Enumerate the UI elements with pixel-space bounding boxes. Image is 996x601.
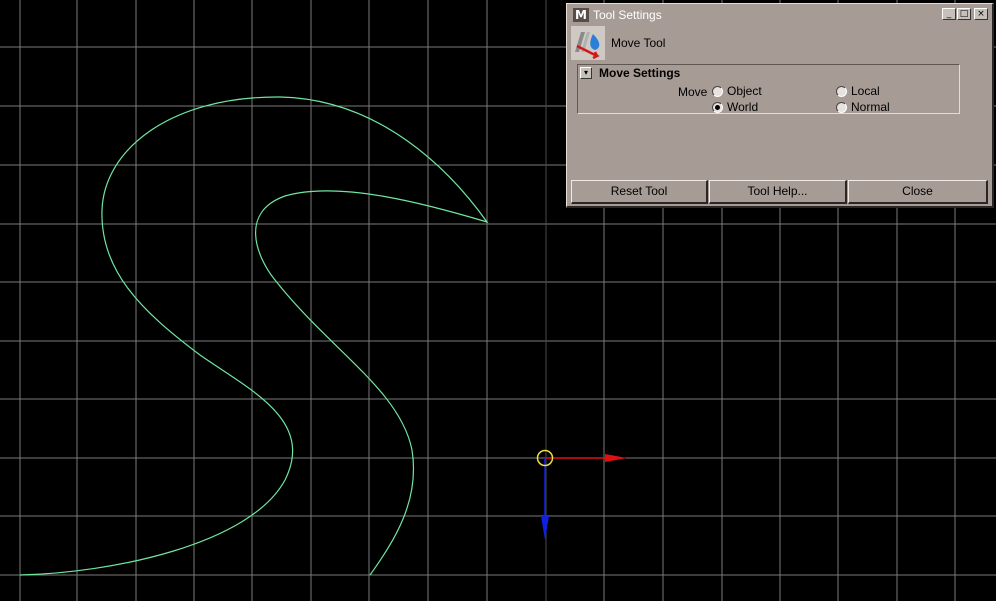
maximize-button[interactable]: □ — [957, 8, 971, 20]
radio-local[interactable]: Local — [836, 84, 880, 98]
collapse-toggle[interactable]: ▾ — [580, 67, 592, 79]
title-bar[interactable]: M Tool Settings _ □ × — [569, 6, 990, 24]
move-settings-frame: ▾ Move Settings Move Object Local World … — [577, 64, 960, 114]
radio-selected-dot — [715, 104, 720, 110]
move-tool-icon — [571, 26, 605, 60]
nurbs-curve[interactable] — [19, 96, 489, 576]
tool-settings-window: M Tool Settings _ □ × Move Tool ▾ Move S… — [566, 3, 994, 208]
reset-tool-button[interactable]: Reset Tool — [571, 180, 708, 204]
maya-logo-icon: M — [573, 8, 589, 22]
move-label: Move — [678, 85, 708, 99]
radio-object[interactable]: Object — [712, 84, 762, 98]
radio-button[interactable] — [712, 85, 723, 97]
frame-title: Move Settings — [599, 66, 681, 80]
radio-label: Object — [727, 84, 762, 98]
radio-label: World — [727, 100, 759, 114]
tool-help-button[interactable]: Tool Help... — [709, 180, 847, 204]
tool-name: Move Tool — [611, 36, 666, 50]
radio-normal[interactable]: Normal — [836, 100, 890, 114]
radio-label: Normal — [851, 100, 890, 114]
window-controls: _ □ × — [942, 8, 988, 20]
move-manipulator[interactable] — [536, 449, 628, 541]
window-title: Tool Settings — [593, 8, 662, 22]
close-window-button[interactable]: × — [974, 8, 988, 20]
close-button[interactable]: Close — [848, 180, 988, 204]
radio-button[interactable] — [836, 85, 847, 97]
minimize-button[interactable]: _ — [942, 8, 956, 20]
radio-world[interactable]: World — [712, 100, 758, 114]
radio-label: Local — [851, 84, 880, 98]
radio-button[interactable] — [712, 101, 723, 113]
tool-header: Move Tool — [571, 26, 665, 60]
manipulator-y-arrow[interactable] — [541, 516, 549, 540]
manipulator-x-arrow[interactable] — [605, 454, 627, 462]
radio-button[interactable] — [836, 101, 847, 113]
